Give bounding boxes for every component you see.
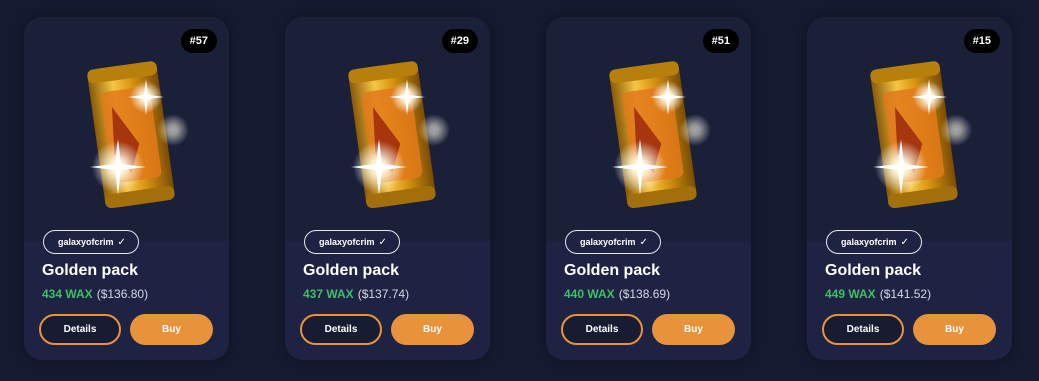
golden-pack-icon bbox=[348, 61, 450, 209]
pack-listing-grid: #57 galaxyofcrim ✓ Golden pack 434 WAX ($1… bbox=[0, 0, 1039, 381]
pack-number-badge: #51 bbox=[702, 29, 739, 53]
price-wax: 440 WAX bbox=[564, 287, 615, 301]
price-wax: 437 WAX bbox=[303, 287, 354, 301]
price-row: 434 WAX ($136.80) bbox=[42, 287, 148, 301]
price-usd: ($141.52) bbox=[879, 287, 932, 301]
pack-card[interactable]: #29 galaxyofcrim ✓ Golden pack 437 WAX ($1… bbox=[285, 17, 490, 360]
price-usd: ($136.80) bbox=[96, 287, 149, 301]
check-icon: ✓ bbox=[639, 237, 648, 248]
details-button[interactable]: Details bbox=[822, 314, 904, 345]
golden-pack-icon bbox=[609, 61, 711, 209]
buy-button[interactable]: Buy bbox=[391, 314, 474, 345]
card-title: Golden pack bbox=[303, 262, 400, 279]
collection-name: galaxyofcrim bbox=[580, 237, 636, 247]
collection-tag[interactable]: galaxyofcrim ✓ bbox=[304, 230, 400, 254]
pack-number-badge: #29 bbox=[441, 29, 478, 53]
buy-button[interactable]: Buy bbox=[652, 314, 735, 345]
price-row: 437 WAX ($137.74) bbox=[303, 287, 409, 301]
collection-tag[interactable]: galaxyofcrim ✓ bbox=[565, 230, 661, 254]
check-icon: ✓ bbox=[378, 237, 387, 248]
price-wax: 434 WAX bbox=[42, 287, 93, 301]
details-button[interactable]: Details bbox=[300, 314, 382, 345]
price-usd: ($137.74) bbox=[357, 287, 410, 301]
check-icon: ✓ bbox=[117, 237, 126, 248]
collection-name: galaxyofcrim bbox=[841, 237, 897, 247]
details-button[interactable]: Details bbox=[39, 314, 121, 345]
pack-number-badge: #15 bbox=[963, 29, 1000, 53]
card-title: Golden pack bbox=[42, 262, 139, 279]
price-row: 449 WAX ($141.52) bbox=[825, 287, 931, 301]
collection-tag[interactable]: galaxyofcrim ✓ bbox=[43, 230, 139, 254]
details-button[interactable]: Details bbox=[561, 314, 643, 345]
price-usd: ($138.69) bbox=[618, 287, 671, 301]
pack-card[interactable]: #15 galaxyofcrim ✓ Golden pack 449 WAX ($1… bbox=[807, 17, 1012, 360]
golden-pack-icon bbox=[87, 61, 189, 209]
buy-button[interactable]: Buy bbox=[130, 314, 213, 345]
pack-card[interactable]: #57 galaxyofcrim ✓ Golden pack 434 WAX ($1… bbox=[24, 17, 229, 360]
collection-tag[interactable]: galaxyofcrim ✓ bbox=[826, 230, 922, 254]
pack-number-badge: #57 bbox=[180, 29, 217, 53]
buy-button[interactable]: Buy bbox=[913, 314, 996, 345]
price-row: 440 WAX ($138.69) bbox=[564, 287, 670, 301]
golden-pack-icon bbox=[870, 61, 972, 209]
check-icon: ✓ bbox=[900, 237, 909, 248]
collection-name: galaxyofcrim bbox=[58, 237, 114, 247]
pack-card[interactable]: #51 galaxyofcrim ✓ Golden pack 440 WAX ($1… bbox=[546, 17, 751, 360]
card-title: Golden pack bbox=[564, 262, 661, 279]
price-wax: 449 WAX bbox=[825, 287, 876, 301]
collection-name: galaxyofcrim bbox=[319, 237, 375, 247]
card-title: Golden pack bbox=[825, 262, 922, 279]
